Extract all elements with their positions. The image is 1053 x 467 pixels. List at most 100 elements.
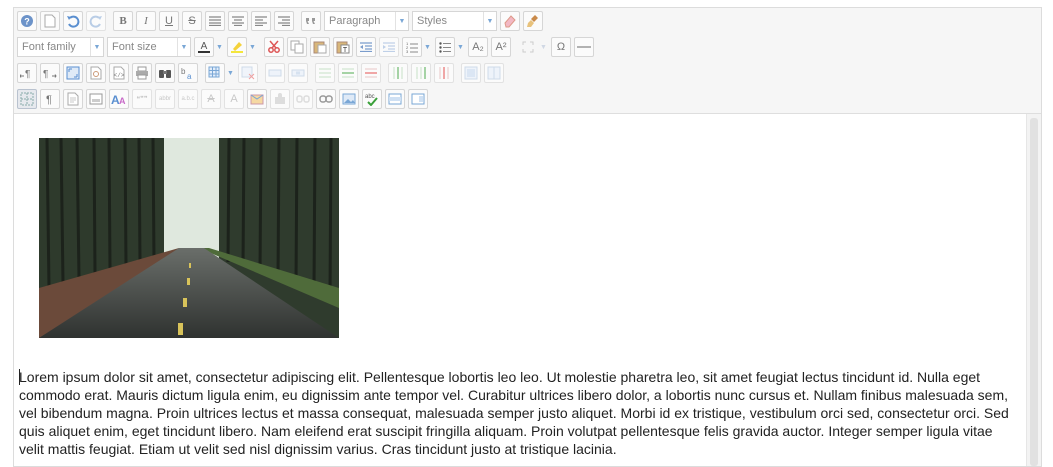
- cite-icon: ❝❞❞: [136, 95, 148, 103]
- paste-button[interactable]: [310, 37, 330, 57]
- maximize-button[interactable]: [63, 63, 83, 83]
- styles-select-value: Styles: [417, 15, 447, 27]
- chevron-down-icon: ▼: [177, 38, 190, 56]
- subscript-button[interactable]: A₂: [468, 37, 488, 57]
- spellcheck-button[interactable]: abc: [362, 89, 382, 109]
- unlink-button[interactable]: [293, 89, 313, 109]
- delete-table-button[interactable]: [238, 63, 258, 83]
- ltr-direction-button[interactable]: ¶: [40, 63, 60, 83]
- row-props-button[interactable]: [315, 63, 335, 83]
- format-select[interactable]: Paragraph ▼: [324, 11, 409, 31]
- strikethrough-button[interactable]: S: [182, 11, 202, 31]
- show-blocks-button[interactable]: ¶: [40, 89, 60, 109]
- deletion-button[interactable]: A: [201, 89, 221, 109]
- bullet-list-button[interactable]: [435, 37, 455, 57]
- find-button[interactable]: [155, 63, 175, 83]
- source-code-button[interactable]: </>: [109, 63, 129, 83]
- editor-content-area[interactable]: Lorem ipsum dolor sit amet, consectetur …: [14, 114, 1027, 466]
- highlight-color-button[interactable]: [227, 37, 247, 57]
- insertion-icon: A: [230, 92, 238, 105]
- row-insert-before-button[interactable]: [265, 63, 285, 83]
- merge-cells-button[interactable]: [461, 63, 481, 83]
- row-insert-after-button[interactable]: [288, 63, 308, 83]
- insert-box-button[interactable]: [86, 89, 106, 109]
- underline-button[interactable]: U: [159, 11, 179, 31]
- superscript-button[interactable]: A²: [491, 37, 511, 57]
- font-family-select[interactable]: Font family ▼: [17, 37, 104, 57]
- copy-button[interactable]: [287, 37, 307, 57]
- italic-button[interactable]: I: [136, 11, 156, 31]
- attributes-button[interactable]: [247, 89, 267, 109]
- insertion-button[interactable]: A: [224, 89, 244, 109]
- align-right-button[interactable]: [274, 11, 294, 31]
- cite-button[interactable]: ❝❞❞: [132, 89, 152, 109]
- merge-cells-icon: [464, 66, 478, 80]
- align-center-button[interactable]: [228, 11, 248, 31]
- text-color-dropdown-icon[interactable]: ▼: [215, 37, 224, 57]
- fullscreen-dropdown-icon[interactable]: ▼: [539, 37, 548, 57]
- insert-iframe-button[interactable]: [408, 89, 428, 109]
- template-icon: [67, 92, 79, 106]
- cut-button[interactable]: [264, 37, 284, 57]
- svg-text:b: b: [181, 67, 186, 76]
- col-insert-before-button[interactable]: [388, 63, 408, 83]
- align-justify-button[interactable]: [205, 11, 225, 31]
- toolbar-row-2: Font family ▼ Font size ▼ A ▼ ▼ T 1 2 3 …: [17, 36, 597, 58]
- bullet-list-dropdown-icon[interactable]: ▼: [456, 37, 465, 57]
- visual-aid-toggle-button[interactable]: [17, 89, 37, 109]
- clean-up-button[interactable]: [523, 11, 543, 31]
- numbered-list-dropdown-icon[interactable]: ▼: [423, 37, 432, 57]
- content-paragraph[interactable]: Lorem ipsum dolor sit amet, consectetur …: [19, 368, 1019, 458]
- help-button[interactable]: ?: [17, 11, 37, 31]
- new-document-button[interactable]: [40, 11, 60, 31]
- col-insert-after-button[interactable]: [411, 63, 431, 83]
- forest-road-image[interactable]: [39, 138, 339, 338]
- redo-button[interactable]: [86, 11, 106, 31]
- table-dropdown-icon[interactable]: ▼: [226, 63, 235, 83]
- split-cells-button[interactable]: [484, 63, 504, 83]
- text-color-button[interactable]: A: [194, 37, 214, 57]
- col-insert-before-icon: [393, 67, 403, 79]
- content-scrollbar[interactable]: [1026, 114, 1041, 466]
- editor-toolbar: ? B I U S Paragraph ▼ Styles ▼ Font fami…: [14, 8, 1041, 114]
- font-style-icon: AA: [111, 93, 126, 106]
- insert-table-button[interactable]: [205, 63, 225, 83]
- styles-quick-button[interactable]: AA: [109, 89, 129, 109]
- bold-button[interactable]: B: [113, 11, 133, 31]
- insert-image-button[interactable]: [339, 89, 359, 109]
- blockquote-button[interactable]: [301, 11, 321, 31]
- numbered-list-button[interactable]: 123: [402, 37, 422, 57]
- row-split-button[interactable]: [338, 63, 358, 83]
- chevron-down-icon: ▼: [395, 12, 408, 30]
- styles-select[interactable]: Styles ▼: [412, 11, 497, 31]
- col-delete-button[interactable]: [434, 63, 454, 83]
- acronym-button[interactable]: a.b.c: [178, 89, 198, 109]
- replace-button[interactable]: ba: [178, 63, 198, 83]
- svg-text:A: A: [201, 41, 208, 52]
- print-button[interactable]: [132, 63, 152, 83]
- table-icon: [208, 66, 220, 78]
- fullscreen-toggle-button[interactable]: [518, 37, 538, 57]
- template-button[interactable]: [63, 89, 83, 109]
- horizontal-rule-button[interactable]: [574, 37, 594, 57]
- non-breaking-button[interactable]: [270, 89, 290, 109]
- indent-button[interactable]: [379, 37, 399, 57]
- align-left-button[interactable]: [251, 11, 271, 31]
- align-right-icon: [278, 16, 290, 26]
- insert-media-button[interactable]: [385, 89, 405, 109]
- undo-button[interactable]: [63, 11, 83, 31]
- link-button[interactable]: [316, 89, 336, 109]
- paste-text-button[interactable]: T: [333, 37, 353, 57]
- abbreviation-button[interactable]: abbr: [155, 89, 175, 109]
- subscript-icon: A₂: [472, 40, 484, 53]
- outdent-button[interactable]: [356, 37, 376, 57]
- scrollbar-thumb[interactable]: [1030, 118, 1038, 466]
- rtl-direction-button[interactable]: ¶: [17, 63, 37, 83]
- font-size-select[interactable]: Font size ▼: [107, 37, 191, 57]
- highlight-dropdown-icon[interactable]: ▼: [248, 37, 257, 57]
- omega-icon: Ω: [556, 40, 566, 53]
- remove-format-button[interactable]: [500, 11, 520, 31]
- preview-button[interactable]: [86, 63, 106, 83]
- special-character-button[interactable]: Ω: [551, 37, 571, 57]
- row-delete-button[interactable]: [361, 63, 381, 83]
